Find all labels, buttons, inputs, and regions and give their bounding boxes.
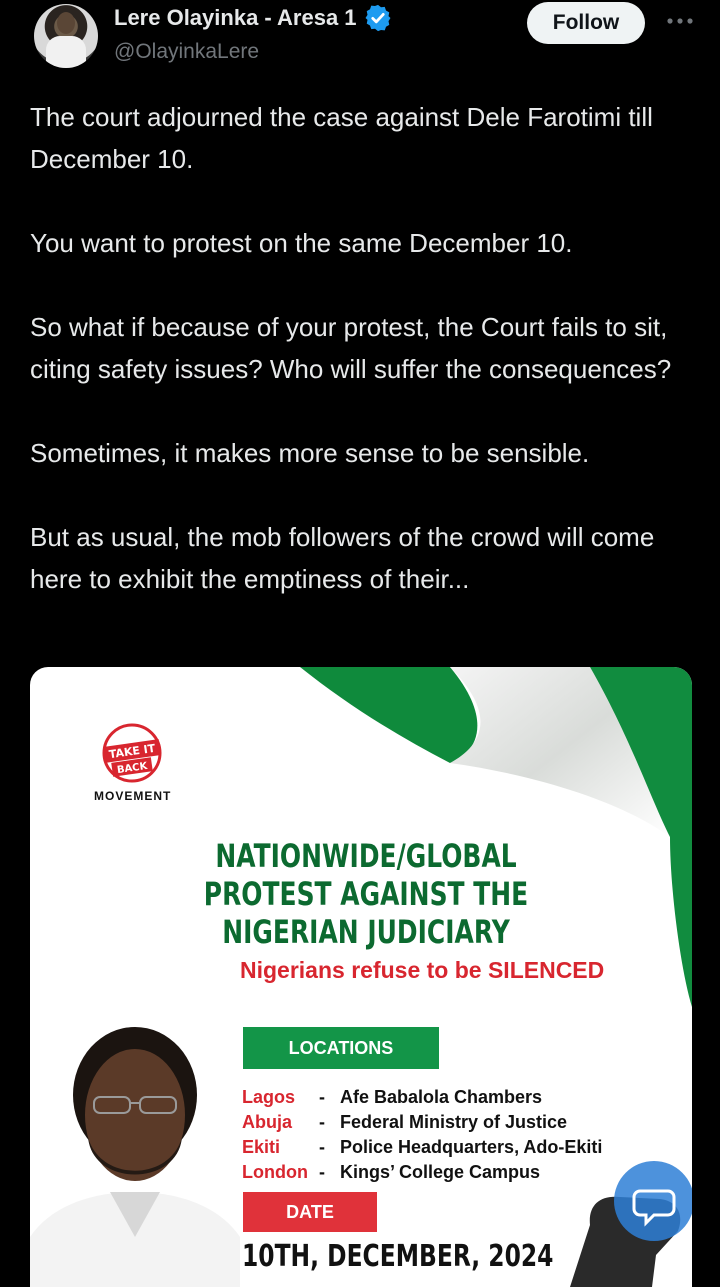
date-label: DATE — [243, 1192, 377, 1232]
author-name-row: Lere Olayinka - Aresa 1 — [114, 3, 393, 33]
verified-badge-icon — [365, 4, 391, 32]
location-row: London - Kings’ College Campus — [242, 1160, 602, 1185]
tweet-header: Lere Olayinka - Aresa 1 @OlayinkaLere Fo… — [0, 0, 720, 72]
more-horizontal-icon — [667, 18, 693, 24]
location-place: Afe Babalola Chambers — [340, 1087, 543, 1107]
location-place: Kings’ College Campus — [340, 1162, 541, 1182]
logo-caption: MOVEMENT — [94, 789, 172, 803]
take-it-back-logo: TAKE IT BACK — [102, 723, 162, 783]
tweet-paragraph: But as usual, the mob followers of the c… — [30, 522, 655, 594]
location-row: Abuja - Federal Ministry of Justice — [242, 1110, 602, 1135]
poster-subtitle: Nigerians refuse to be SILENCED — [240, 957, 605, 983]
author-display-name[interactable]: Lere Olayinka - Aresa 1 — [114, 5, 357, 31]
location-city: Lagos — [242, 1087, 296, 1107]
location-place: Federal Ministry of Justice — [340, 1112, 568, 1132]
locations-label: LOCATIONS — [243, 1027, 439, 1069]
location-row: Ekiti - Police Headquarters, Ado-Ekiti — [242, 1135, 602, 1160]
tweet-image[interactable]: TAKE IT BACK MOVEMENT NATIONWIDE/GLOBAL … — [30, 667, 692, 1287]
follow-button[interactable]: Follow — [527, 2, 645, 44]
locations-list: Lagos - Afe Babalola Chambers Abuja - Fe… — [242, 1085, 602, 1185]
location-city: Abuja — [242, 1112, 293, 1132]
location-row: Lagos - Afe Babalola Chambers — [242, 1085, 602, 1110]
tweet-paragraph: You want to protest on the same December… — [30, 228, 573, 258]
raised-fist-graphic — [570, 1161, 692, 1287]
location-city: London — [242, 1162, 308, 1182]
tweet-text: The court adjourned the case against Del… — [30, 96, 700, 600]
tweet-paragraph: So what if because of your protest, the … — [30, 312, 672, 384]
avatar[interactable] — [34, 4, 98, 68]
man-portrait-image — [30, 1027, 240, 1287]
tweet-paragraph: The court adjourned the case against Del… — [30, 102, 653, 174]
tweet-paragraph: Sometimes, it makes more sense to be sen… — [30, 438, 590, 468]
more-options-button[interactable] — [660, 6, 700, 36]
poster-title: NATIONWIDE/GLOBAL PROTEST AGAINST THE NI… — [203, 837, 529, 951]
author-handle[interactable]: @OlayinkaLere — [114, 40, 259, 64]
location-city: Ekiti — [242, 1137, 281, 1157]
date-value: 10TH, DECEMBER, 2024 — [242, 1239, 554, 1274]
